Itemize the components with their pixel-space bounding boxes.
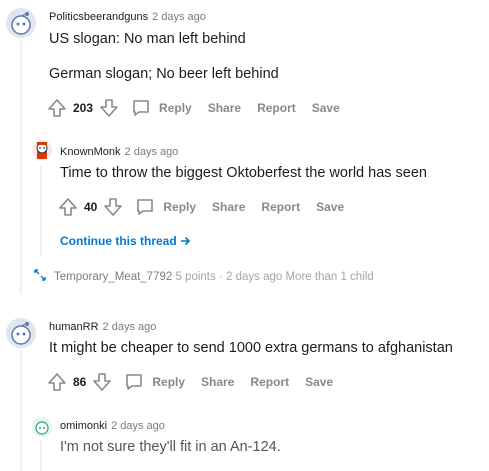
comment-actions: 86 Reply Share Report Save: [45, 370, 349, 394]
comment-actions: 203 Reply Share Report Save: [45, 96, 356, 120]
comment-meta: humanRR 2 days ago: [49, 321, 156, 333]
username[interactable]: Politicsbeerandguns: [49, 11, 148, 23]
timestamp[interactable]: 2 days ago: [125, 146, 179, 158]
reply-button[interactable]: Reply: [133, 195, 212, 219]
reply-label: Reply: [163, 200, 197, 214]
username[interactable]: KnownMonk: [60, 146, 121, 158]
separator: ·: [218, 271, 223, 283]
reply-label: Reply: [159, 101, 192, 115]
avatar[interactable]: [6, 318, 36, 348]
comment-bubble-icon: [122, 370, 146, 394]
username[interactable]: omimonki: [60, 420, 107, 432]
thread-line-c1[interactable]: [20, 40, 22, 294]
comment-body-line: German slogan; No beer left behind: [49, 66, 279, 82]
comment-bubble-icon: [129, 96, 153, 120]
children-count: More than 1 child: [285, 271, 374, 283]
arrow-right-icon: [181, 236, 191, 246]
collapsed-comment[interactable]: Temporary_Meat_7792 5 points · 2 days ag…: [54, 271, 374, 283]
thread-line-c2[interactable]: [40, 166, 42, 256]
expand-arrows-icon[interactable]: [33, 268, 47, 282]
comment-body-line: Time to throw the biggest Oktoberfest th…: [60, 165, 427, 181]
comment-meta: omimonki 2 days ago: [60, 420, 165, 432]
downvote-icon[interactable]: [97, 96, 121, 120]
continue-thread-label: Continue this thread: [60, 234, 177, 248]
report-button[interactable]: Report: [261, 200, 300, 214]
report-button[interactable]: Report: [250, 375, 289, 389]
share-button[interactable]: Share: [208, 101, 241, 115]
reply-button[interactable]: Reply: [129, 96, 208, 120]
upvote-icon[interactable]: [45, 96, 69, 120]
vote-score: 203: [73, 101, 94, 115]
report-button[interactable]: Report: [257, 101, 296, 115]
timestamp[interactable]: 2 days ago: [103, 321, 157, 333]
comment-body-line: It might be cheaper to send 1000 extra g…: [49, 340, 453, 356]
timestamp[interactable]: 2 days ago: [152, 11, 206, 23]
thread-line-c4[interactable]: [20, 350, 22, 471]
avatar[interactable]: [32, 140, 52, 160]
upvote-icon[interactable]: [56, 195, 80, 219]
save-button[interactable]: Save: [305, 375, 333, 389]
vote-score: 40: [84, 200, 98, 214]
share-button[interactable]: Share: [201, 375, 234, 389]
upvote-icon[interactable]: [45, 370, 69, 394]
comment-meta: Politicsbeerandguns 2 days ago: [49, 11, 206, 23]
timestamp[interactable]: 2 days ago: [111, 420, 165, 432]
downvote-icon[interactable]: [90, 370, 114, 394]
points: 5 points: [175, 271, 216, 283]
reply-button[interactable]: Reply: [122, 370, 201, 394]
username[interactable]: Temporary_Meat_7792: [54, 271, 172, 283]
downvote-icon[interactable]: [101, 195, 125, 219]
comment-meta: KnownMonk 2 days ago: [60, 146, 178, 158]
timestamp: 2 days ago: [226, 271, 283, 283]
share-button[interactable]: Share: [212, 200, 245, 214]
comment-body-line: US slogan: No man left behind: [49, 31, 246, 47]
username[interactable]: humanRR: [49, 321, 99, 333]
comment-body-line: I'm not sure they'll fit in an An-124.: [60, 439, 281, 455]
thread-line-c5[interactable]: [40, 440, 42, 471]
save-button[interactable]: Save: [316, 200, 344, 214]
comment-actions: 40 Reply Share Report Save: [56, 195, 360, 219]
avatar[interactable]: [32, 417, 52, 437]
vote-score: 86: [73, 375, 87, 389]
comment-bubble-icon: [133, 195, 157, 219]
reply-label: Reply: [152, 375, 186, 389]
continue-thread-link[interactable]: Continue this thread: [60, 234, 191, 248]
avatar[interactable]: [6, 8, 36, 38]
save-button[interactable]: Save: [312, 101, 340, 115]
